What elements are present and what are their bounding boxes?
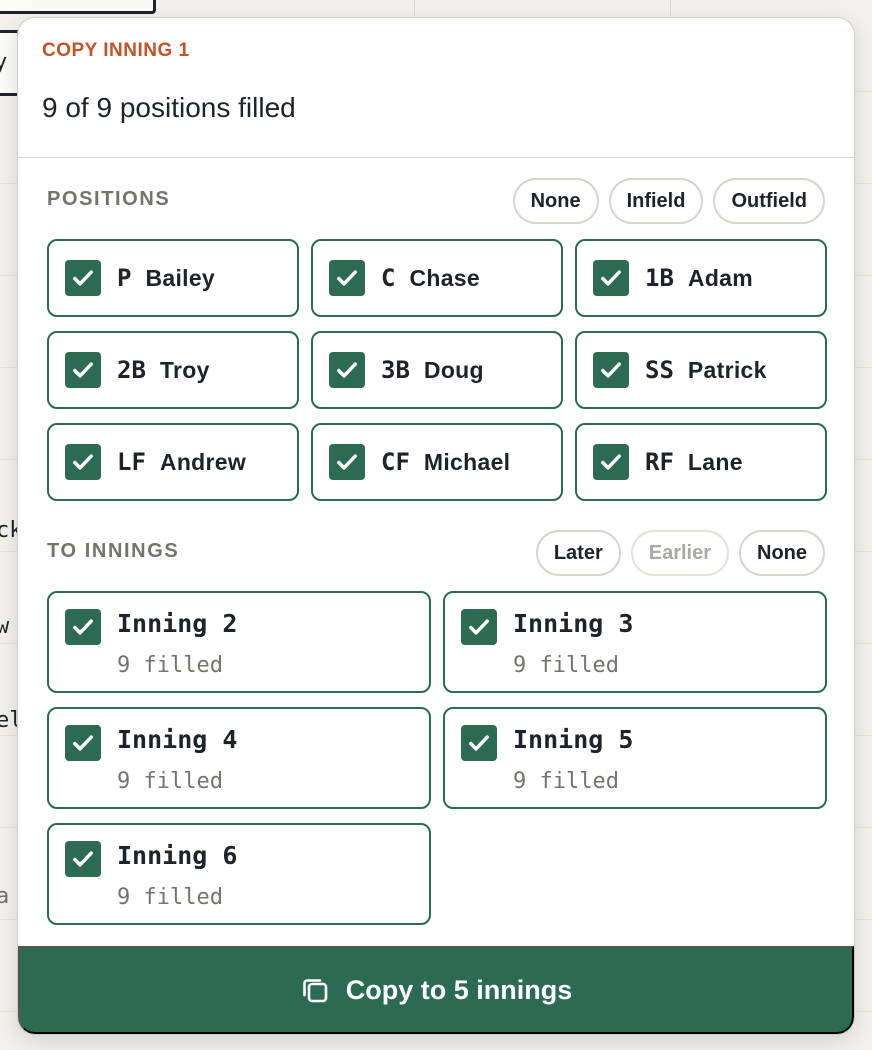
inning-toggle-3[interactable]: Inning 3 9 filled xyxy=(443,591,827,693)
inning-toggle-6[interactable]: Inning 6 9 filled xyxy=(47,823,431,925)
player-name: Michael xyxy=(423,448,511,475)
innings-filter-later[interactable]: Later xyxy=(535,530,621,576)
positions-filter-infield[interactable]: Infield xyxy=(608,178,704,224)
innings-label: TO INNINGS xyxy=(47,540,180,562)
inning-filled-count: 9 filled xyxy=(513,769,619,794)
position-toggle-1b[interactable]: 1B Adam xyxy=(575,239,827,317)
position-abbr: 2B xyxy=(117,356,146,384)
checkbox-checked-icon[interactable] xyxy=(461,609,497,645)
background-button-fragment xyxy=(0,0,156,14)
checkbox-checked-icon[interactable] xyxy=(461,725,497,761)
position-toggle-ss[interactable]: SS Patrick xyxy=(575,331,827,409)
position-toggle-3b[interactable]: 3B Doug xyxy=(311,331,563,409)
player-name: Doug xyxy=(423,356,484,383)
inning-toggle-4[interactable]: Inning 4 9 filled xyxy=(47,707,431,809)
checkbox-checked-icon[interactable] xyxy=(65,352,101,388)
background-text: a xyxy=(0,884,10,909)
popover-subtitle: 9 of 9 positions filled xyxy=(42,92,296,123)
positions-grid: P Bailey C Chase 1B Adam 2B Troy 3B Doug… xyxy=(47,239,827,501)
background-text: y xyxy=(0,50,8,75)
copy-icon xyxy=(300,975,330,1005)
background-divider xyxy=(670,0,671,16)
popover-header: COPY INNING 1 9 of 9 positions filled xyxy=(18,18,854,158)
checkbox-checked-icon[interactable] xyxy=(65,841,101,877)
position-toggle-cf[interactable]: CF Michael xyxy=(311,423,563,501)
innings-filter-earlier: Earlier xyxy=(630,530,729,576)
position-abbr: SS xyxy=(645,356,674,384)
inning-title: Inning 3 xyxy=(513,609,634,638)
innings-section-header: TO INNINGS xyxy=(47,540,179,563)
position-abbr: CF xyxy=(381,448,410,476)
checkbox-checked-icon[interactable] xyxy=(65,444,101,480)
positions-label: POSITIONS xyxy=(47,188,171,210)
inning-filled-count: 9 filled xyxy=(513,653,619,678)
positions-filter-none[interactable]: None xyxy=(512,178,599,224)
inning-title: Inning 6 xyxy=(117,841,238,870)
inning-filled-count: 9 filled xyxy=(117,653,223,678)
position-toggle-p[interactable]: P Bailey xyxy=(47,239,299,317)
innings-filter-chips: Later Earlier None xyxy=(535,530,825,576)
position-toggle-rf[interactable]: RF Lane xyxy=(575,423,827,501)
checkbox-checked-icon[interactable] xyxy=(65,725,101,761)
position-abbr: 1B xyxy=(645,264,674,292)
inning-title: Inning 4 xyxy=(117,725,238,754)
copy-inning-popover: COPY INNING 1 9 of 9 positions filled PO… xyxy=(17,17,855,1035)
popover-eyebrow: COPY INNING 1 xyxy=(42,40,190,61)
positions-filter-chips: None Infield Outfield xyxy=(512,178,825,224)
checkbox-checked-icon[interactable] xyxy=(593,444,629,480)
position-toggle-c[interactable]: C Chase xyxy=(311,239,563,317)
positions-section-header: POSITIONS xyxy=(47,188,170,211)
position-abbr: LF xyxy=(117,448,146,476)
inning-toggle-2[interactable]: Inning 2 9 filled xyxy=(47,591,431,693)
inning-toggle-5[interactable]: Inning 5 9 filled xyxy=(443,707,827,809)
checkbox-checked-icon[interactable] xyxy=(65,609,101,645)
checkbox-checked-icon[interactable] xyxy=(329,260,365,296)
inning-filled-count: 9 filled xyxy=(117,769,223,794)
position-toggle-lf[interactable]: LF Andrew xyxy=(47,423,299,501)
checkbox-checked-icon[interactable] xyxy=(329,352,365,388)
positions-filter-outfield[interactable]: Outfield xyxy=(713,178,825,224)
inning-title: Inning 2 xyxy=(117,609,238,638)
player-name: Andrew xyxy=(159,448,247,475)
checkbox-checked-icon[interactable] xyxy=(593,352,629,388)
inning-title: Inning 5 xyxy=(513,725,634,754)
player-name: Chase xyxy=(409,264,480,291)
player-name: Troy xyxy=(159,356,210,383)
position-toggle-2b[interactable]: 2B Troy xyxy=(47,331,299,409)
player-name: Bailey xyxy=(145,264,216,291)
position-abbr: P xyxy=(117,264,132,292)
background-text: w xyxy=(0,614,10,639)
copy-to-innings-button[interactable]: Copy to 5 innings xyxy=(18,946,854,1034)
innings-grid: Inning 2 9 filled Inning 3 9 filled Inni… xyxy=(47,591,827,925)
inning-filled-count: 9 filled xyxy=(117,885,223,910)
position-abbr: C xyxy=(381,264,396,292)
position-abbr: 3B xyxy=(381,356,410,384)
innings-filter-none[interactable]: None xyxy=(739,530,825,576)
player-name: Lane xyxy=(687,448,743,475)
checkbox-checked-icon[interactable] xyxy=(65,260,101,296)
player-name: Patrick xyxy=(687,356,767,383)
position-abbr: RF xyxy=(645,448,674,476)
background-divider xyxy=(414,0,415,16)
player-name: Adam xyxy=(687,264,754,291)
copy-button-label: Copy to 5 innings xyxy=(345,974,573,1005)
checkbox-checked-icon[interactable] xyxy=(593,260,629,296)
checkbox-checked-icon[interactable] xyxy=(329,444,365,480)
